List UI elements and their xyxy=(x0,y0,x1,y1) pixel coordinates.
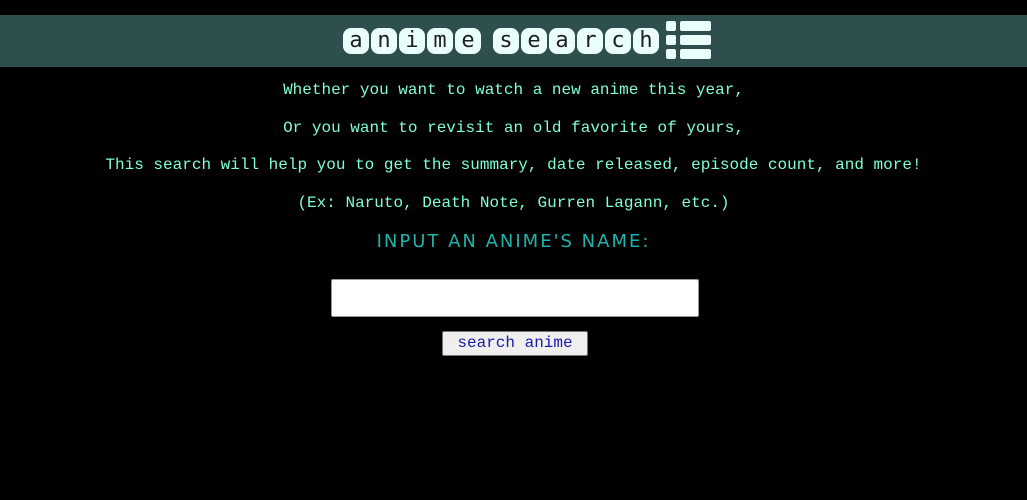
logo-letter: i xyxy=(399,28,425,54)
logo-word-search: s e a r c h xyxy=(492,28,660,54)
logo-word-anime: a n i m e xyxy=(342,28,482,54)
logo-letter: m xyxy=(427,28,453,54)
search-anime-button[interactable]: search anime xyxy=(442,331,588,356)
logo-letter: a xyxy=(549,28,575,54)
list-icon xyxy=(666,21,712,61)
top-strip xyxy=(0,0,1027,15)
logo-letter: s xyxy=(493,28,519,54)
logo-letter: a xyxy=(343,28,369,54)
logo-letter: c xyxy=(605,28,631,54)
intro-line-3: This search will help you to get the sum… xyxy=(105,156,922,174)
intro-line-1: Whether you want to watch a new anime th… xyxy=(283,81,744,99)
anime-name-input[interactable] xyxy=(331,279,699,317)
intro-examples: (Ex: Naruto, Death Note, Gurren Lagann, … xyxy=(297,194,730,212)
intro-line-2: Or you want to revisit an old favorite o… xyxy=(283,119,744,137)
logo-letter: r xyxy=(577,28,603,54)
logo-letter: e xyxy=(521,28,547,54)
header-bar: a n i m e s e a r c h xyxy=(0,15,1027,67)
logo-letter: h xyxy=(633,28,659,54)
site-logo[interactable]: a n i m e s e a r c h xyxy=(342,19,712,63)
logo-letter: e xyxy=(455,28,481,54)
search-prompt-label: INPUT AN ANIME'S NAME: xyxy=(376,231,651,252)
logo-letter: n xyxy=(371,28,397,54)
